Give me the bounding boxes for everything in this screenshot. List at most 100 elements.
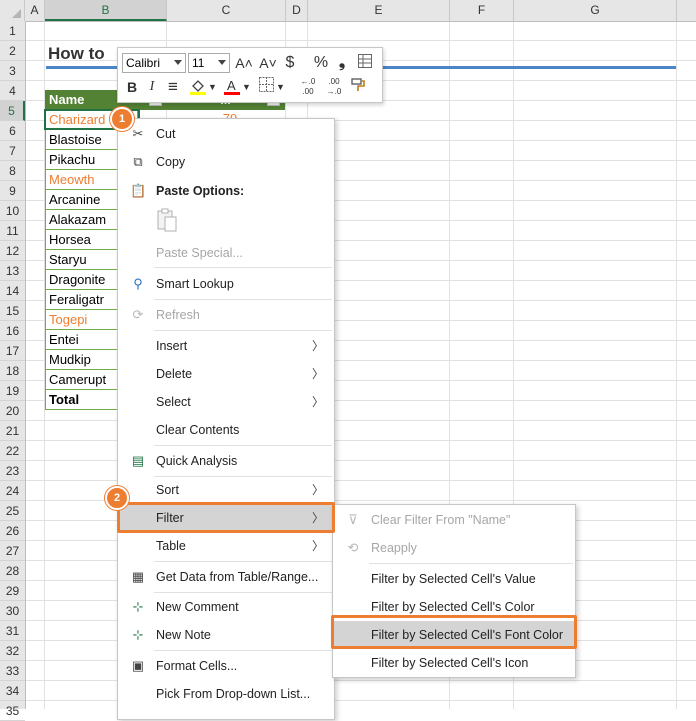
row-header[interactable]: 16 — [0, 321, 25, 341]
svg-text:A: A — [227, 78, 236, 93]
col-header-d[interactable]: D — [286, 0, 308, 21]
menu-separator — [154, 561, 332, 562]
row-header[interactable]: 22 — [0, 441, 25, 461]
sheet-title: How to — [48, 44, 105, 63]
chevron-down-icon[interactable]: ▼ — [242, 77, 251, 97]
comma-style-icon[interactable]: ❟ — [334, 53, 350, 73]
menu-item-select[interactable]: Select 〉 — [118, 388, 334, 416]
row-header[interactable]: 13 — [0, 261, 25, 281]
row-header[interactable]: 17 — [0, 341, 25, 361]
row-header[interactable]: 18 — [0, 361, 25, 381]
row-header[interactable]: 4 — [0, 81, 25, 101]
row-header[interactable]: 23 — [0, 461, 25, 481]
row-header[interactable]: 1 — [0, 21, 25, 41]
select-all-corner[interactable] — [0, 0, 25, 21]
row-header[interactable]: 12 — [0, 241, 25, 261]
new-comment-icon: ⊹ — [132, 599, 144, 614]
menu-separator — [154, 330, 332, 331]
col-header-b[interactable]: B — [45, 0, 167, 21]
font-size-box[interactable]: 11 — [188, 53, 230, 73]
font-name-box[interactable]: Calibri — [122, 53, 186, 73]
row-header[interactable]: 26 — [0, 521, 25, 541]
row-header[interactable]: 33 — [0, 661, 25, 681]
menu-item-format-cells[interactable]: ▣ Format Cells... — [118, 652, 334, 680]
menu-label: Select — [156, 395, 191, 409]
col-header-g[interactable]: G — [514, 0, 677, 21]
percent-icon[interactable]: % — [311, 53, 331, 73]
copy-icon: ⧉ — [133, 154, 143, 169]
shrink-font-icon[interactable]: A˅ — [257, 53, 279, 73]
currency-icon[interactable]: $ — [280, 53, 300, 73]
italic-icon[interactable]: I — [144, 77, 160, 97]
row-header[interactable]: 31 — [0, 621, 25, 641]
format-painter-table-icon[interactable] — [356, 53, 374, 73]
menu-item-smart-lookup[interactable]: ⚲ Smart Lookup — [118, 270, 334, 298]
table-grid-icon: ▦ — [131, 569, 145, 584]
col-header-c[interactable]: C — [167, 0, 286, 21]
menu-item-table[interactable]: Table 〉 — [118, 532, 334, 560]
row-header[interactable]: 24 — [0, 481, 25, 501]
font-color-icon[interactable]: A — [222, 77, 242, 97]
menu-label: New Comment — [156, 600, 239, 614]
row-header[interactable]: 3 — [0, 61, 25, 81]
menu-item-pick-from-list[interactable]: Pick From Drop-down List... — [118, 680, 334, 708]
row-header[interactable]: 11 — [0, 221, 25, 241]
submenu-item-filter-by-icon[interactable]: Filter by Selected Cell's Icon — [333, 649, 575, 677]
menu-label: Insert — [156, 339, 188, 353]
menu-item-new-comment[interactable]: ⊹ New Comment — [118, 593, 334, 621]
row-header[interactable]: 19 — [0, 381, 25, 401]
chevron-right-icon: 〉 — [311, 483, 324, 497]
row-header[interactable]: 21 — [0, 421, 25, 441]
col-header-e[interactable]: E — [308, 0, 450, 21]
menu-item-refresh[interactable]: ⟳ Refresh — [118, 301, 334, 329]
row-header[interactable]: 34 — [0, 681, 25, 701]
row-header[interactable]: 32 — [0, 641, 25, 661]
row-header[interactable]: 5 — [0, 101, 25, 121]
row-header[interactable]: 2 — [0, 41, 25, 61]
menu-item-quick-analysis[interactable]: ▤ Quick Analysis — [118, 447, 334, 475]
row-header[interactable]: 14 — [0, 281, 25, 301]
submenu-item-filter-by-value[interactable]: Filter by Selected Cell's Value — [333, 565, 575, 593]
paste-clipboard-icon[interactable] — [156, 207, 180, 235]
row-header[interactable]: 27 — [0, 541, 25, 561]
col-header-a[interactable]: A — [25, 0, 45, 21]
menu-item-sort[interactable]: Sort 〉 — [118, 476, 334, 504]
grow-font-icon[interactable]: A˄ — [233, 53, 255, 73]
chevron-down-icon — [218, 60, 226, 65]
reapply-icon: ⟲ — [347, 540, 359, 555]
row-header[interactable]: 20 — [0, 401, 25, 421]
row-header[interactable]: 35 — [0, 701, 25, 721]
menu-item-new-note[interactable]: ⊹ New Note — [118, 621, 334, 649]
menu-item-clear-contents[interactable]: Clear Contents — [118, 416, 334, 444]
row-header[interactable]: 6 — [0, 121, 25, 141]
align-center-icon[interactable]: ≡ — [164, 77, 182, 97]
row-header[interactable]: 28 — [0, 561, 25, 581]
row-header[interactable]: 7 — [0, 141, 25, 161]
row-header[interactable]: 30 — [0, 601, 25, 621]
chevron-down-icon[interactable]: ▼ — [276, 77, 285, 97]
menu-item-paste-special[interactable]: Paste Special... — [118, 239, 334, 267]
submenu-item-reapply[interactable]: ⟲ Reapply — [333, 534, 575, 562]
bold-icon[interactable]: B — [123, 77, 141, 97]
format-painter-icon[interactable] — [348, 77, 368, 97]
menu-item-cut[interactable]: ✂ Cut — [118, 120, 334, 148]
row-header[interactable]: 29 — [0, 581, 25, 601]
submenu-item-clear-filter[interactable]: ⊽ Clear Filter From "Name" — [333, 506, 575, 534]
row-header[interactable]: 15 — [0, 301, 25, 321]
row-header[interactable]: 9 — [0, 181, 25, 201]
decrease-decimal-icon[interactable]: .00 →.0 — [322, 77, 346, 97]
row-header[interactable]: 25 — [0, 501, 25, 521]
row-header[interactable]: 8 — [0, 161, 25, 181]
chevron-down-icon[interactable]: ▼ — [208, 77, 217, 97]
increase-decimal-icon[interactable]: ←.0 .00 — [296, 77, 320, 97]
menu-item-delete[interactable]: Delete 〉 — [118, 360, 334, 388]
menu-item-get-data[interactable]: ▦ Get Data from Table/Range... — [118, 563, 334, 591]
menu-item-insert[interactable]: Insert 〉 — [118, 332, 334, 360]
row-header[interactable]: 10 — [0, 201, 25, 221]
borders-icon[interactable] — [256, 77, 276, 97]
fill-color-icon[interactable] — [188, 77, 208, 97]
menu-separator — [154, 299, 332, 300]
menu-item-copy[interactable]: ⧉ Copy — [118, 148, 334, 176]
col-header-f[interactable]: F — [450, 0, 514, 21]
row-headers: 1 2 3 4 5 6 7 8 9 10 11 12 13 14 15 16 17 18 19 20 21 22 23 24 2… — [0, 21, 26, 721]
